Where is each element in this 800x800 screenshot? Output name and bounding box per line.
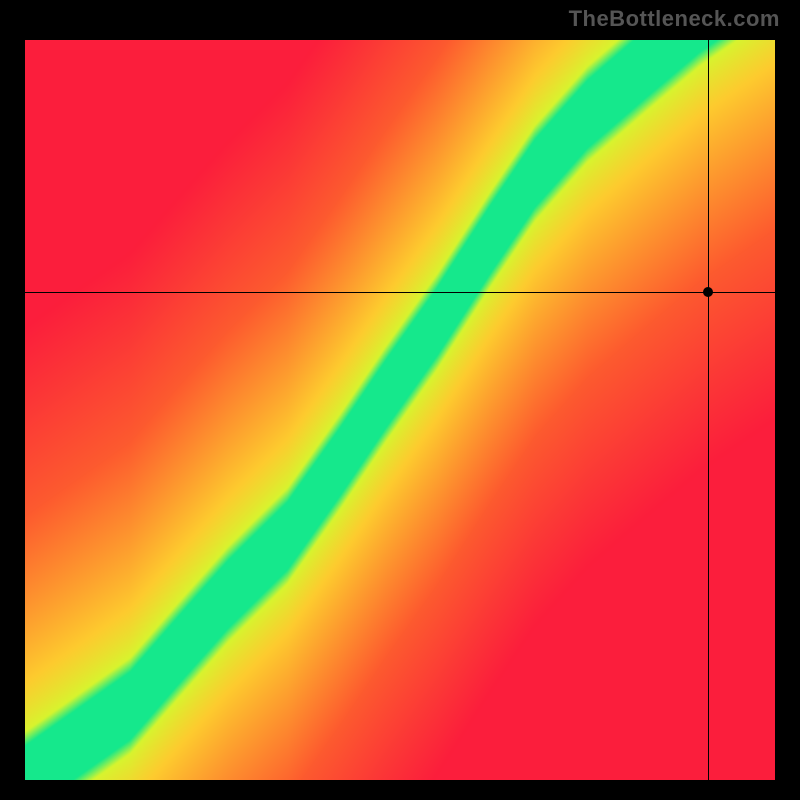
watermark-label: TheBottleneck.com [569, 6, 780, 32]
crosshair-vertical [708, 40, 709, 780]
chart-frame: TheBottleneck.com [0, 0, 800, 800]
heatmap-canvas [25, 40, 775, 780]
plot-area [25, 40, 775, 780]
crosshair-horizontal [25, 292, 775, 293]
marker-point [703, 287, 713, 297]
